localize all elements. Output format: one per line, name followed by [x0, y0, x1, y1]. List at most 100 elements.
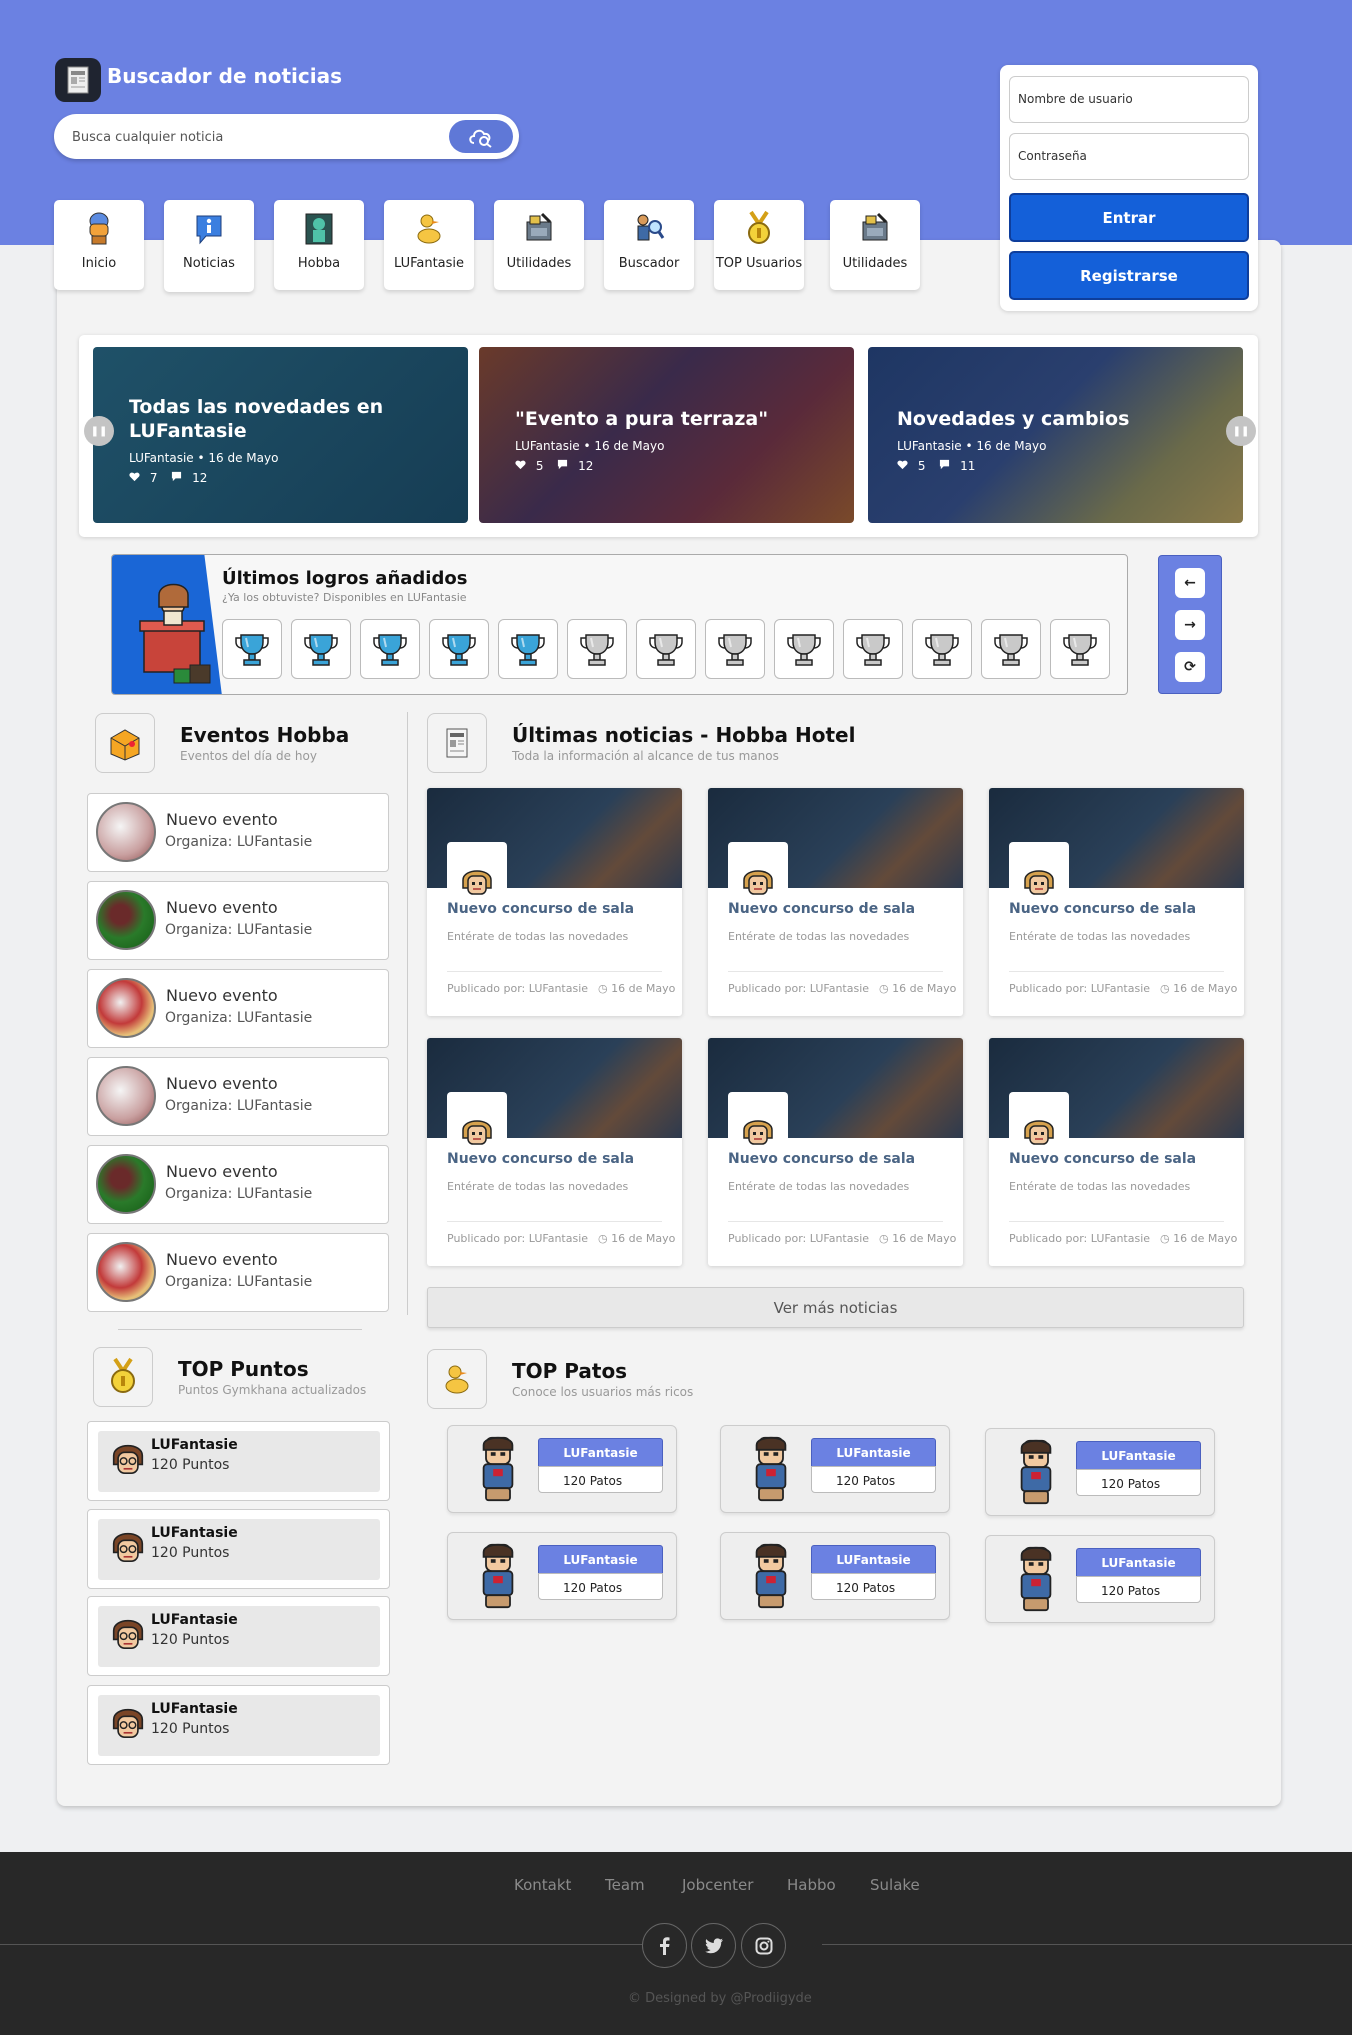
tab-label: Noticias [183, 256, 235, 271]
tab-utilidades[interactable]: Utilidades [494, 200, 584, 290]
heart-icon [515, 459, 526, 470]
points-entry[interactable]: LUFantasie 120 Puntos [87, 1685, 390, 1765]
ducks-entry[interactable]: LUFantasie 120 Patos [720, 1532, 950, 1620]
twitter-icon[interactable] [691, 1923, 736, 1968]
author-avatar [447, 1092, 507, 1152]
user-points: 120 Puntos [151, 1721, 230, 1737]
register-button[interactable]: Registrarse [1009, 251, 1249, 300]
user-name: LUFantasie [811, 1438, 936, 1467]
user-ducks: 120 Patos [538, 1466, 663, 1493]
footer-link-sulake[interactable]: Sulake [870, 1876, 920, 1894]
news-card[interactable]: Nuevo concurso de sala Entérate de todas… [989, 788, 1244, 1016]
divider [1009, 1221, 1224, 1222]
event-avatar [96, 1242, 156, 1302]
next-arrow-button[interactable]: → [1175, 610, 1205, 640]
username-field[interactable]: Nombre de usuario [1009, 76, 1249, 123]
footer-link-jobcenter[interactable]: Jobcenter [682, 1876, 753, 1894]
slide-stats: 5 11 [897, 459, 975, 473]
news-date-text: 16 de Mayo [892, 982, 957, 995]
news-author: Publicado por: LUFantasie [447, 1232, 589, 1245]
user-name: LUFantasie [151, 1437, 238, 1453]
badge[interactable] [498, 619, 558, 679]
event-card[interactable]: Nuevo evento Organiza: LUFantasie [87, 1057, 389, 1136]
badge[interactable] [705, 619, 765, 679]
badge[interactable] [222, 619, 282, 679]
event-title: Nuevo evento [166, 1074, 278, 1093]
event-card[interactable]: Nuevo evento Organiza: LUFantasie [87, 1233, 389, 1312]
login-button[interactable]: Entrar [1009, 193, 1249, 242]
ducks-entry[interactable]: LUFantasie 120 Patos [447, 1532, 677, 1620]
points-entry[interactable]: LUFantasie 120 Puntos [87, 1421, 390, 1501]
tools-icon [862, 212, 888, 241]
instagram-icon[interactable] [741, 1923, 786, 1968]
slide-stats: 7 12 [129, 471, 207, 485]
badge[interactable] [774, 619, 834, 679]
news-card[interactable]: Nuevo concurso de sala Entérate de todas… [708, 1038, 963, 1266]
news-card[interactable]: Nuevo concurso de sala Entérate de todas… [427, 788, 682, 1016]
tab-lufantasie[interactable]: LUFantasie [384, 200, 474, 290]
ducks-entry[interactable]: LUFantasie 120 Patos [985, 1535, 1215, 1623]
slide[interactable]: "Evento a pura terraza" LUFantasie • 16 … [479, 347, 854, 523]
footer-link-team[interactable]: Team [605, 1876, 645, 1894]
tab-top-usuarios[interactable]: TOP Usuarios [714, 200, 804, 290]
slide-title: Todas las novedades en LUFantasie [129, 396, 384, 442]
slide-title: Novedades y cambios [897, 408, 1130, 430]
badge[interactable] [360, 619, 420, 679]
event-organizer: Organiza: LUFantasie [165, 1010, 313, 1026]
news-card[interactable]: Nuevo concurso de sala Entérate de todas… [708, 788, 963, 1016]
slide[interactable]: Novedades y cambios LUFantasie • 16 de M… [868, 347, 1243, 523]
event-card[interactable]: Nuevo evento Organiza: LUFantasie [87, 1145, 389, 1224]
statue-icon [305, 213, 333, 245]
refresh-button[interactable]: ⟳ [1175, 652, 1205, 682]
badge[interactable] [291, 619, 351, 679]
password-field[interactable]: Contraseña [1009, 133, 1249, 180]
tab-noticias[interactable]: Noticias [164, 200, 254, 292]
badge[interactable] [636, 619, 696, 679]
more-news-button[interactable]: Ver más noticias [427, 1287, 1244, 1328]
footer-link-kontakt[interactable]: Kontakt [514, 1876, 571, 1894]
tab-buscador[interactable]: Buscador [604, 200, 694, 290]
badge[interactable] [843, 619, 903, 679]
prev-arrow-button[interactable]: ← [1175, 568, 1205, 598]
user-ducks: 120 Patos [1076, 1469, 1201, 1496]
news-date: ◷ 16 de Mayo [598, 1232, 675, 1245]
slider-prev-button[interactable]: ❚❚ [84, 416, 114, 446]
event-avatar [96, 802, 156, 862]
points-entry[interactable]: LUFantasie 120 Puntos [87, 1596, 390, 1676]
event-card[interactable]: Nuevo evento Organiza: LUFantasie [87, 881, 389, 960]
event-card[interactable]: Nuevo evento Organiza: LUFantasie [87, 969, 389, 1048]
slider-next-button[interactable]: ❚❚ [1226, 416, 1256, 446]
news-date: ◷ 16 de Mayo [879, 1232, 956, 1245]
top-points-title: TOP Puntos [178, 1357, 309, 1381]
tab-label: Hobba [297, 256, 341, 271]
search-input[interactable] [72, 126, 432, 148]
ducks-entry[interactable]: LUFantasie 120 Patos [447, 1425, 677, 1513]
ducks-entry[interactable]: LUFantasie 120 Patos [985, 1428, 1215, 1516]
tab-inicio[interactable]: Inicio [54, 200, 144, 290]
newspaper-logo-icon[interactable] [55, 58, 101, 102]
clock-icon: ◷ [598, 1232, 608, 1245]
footer-link-habbo[interactable]: Habbo [787, 1876, 836, 1894]
search-button[interactable] [449, 120, 513, 153]
points-entry[interactable]: LUFantasie 120 Puntos [87, 1509, 390, 1589]
event-avatar [96, 1154, 156, 1214]
tab-hobba[interactable]: Hobba [274, 200, 364, 290]
badge[interactable] [429, 619, 489, 679]
badge[interactable] [912, 619, 972, 679]
news-title: Nuevo concurso de sala [447, 1151, 635, 1167]
slide[interactable]: Todas las novedades en LUFantasie LUFant… [93, 347, 468, 523]
tab-utilidades-2[interactable]: Utilidades [830, 200, 920, 290]
badge[interactable] [981, 619, 1041, 679]
badge[interactable] [1050, 619, 1110, 679]
tools-icon [526, 212, 552, 241]
news-card[interactable]: Nuevo concurso de sala Entérate de todas… [989, 1038, 1244, 1266]
news-card[interactable]: Nuevo concurso de sala Entérate de todas… [427, 1038, 682, 1266]
footer-divider [0, 1944, 642, 1945]
user-name: LUFantasie [1076, 1441, 1201, 1470]
facebook-icon[interactable] [642, 1923, 687, 1968]
avatar-icon [457, 862, 497, 902]
heart-icon [897, 459, 908, 470]
badge[interactable] [567, 619, 627, 679]
event-card[interactable]: Nuevo evento Organiza: LUFantasie [87, 793, 389, 872]
ducks-entry[interactable]: LUFantasie 120 Patos [720, 1425, 950, 1513]
